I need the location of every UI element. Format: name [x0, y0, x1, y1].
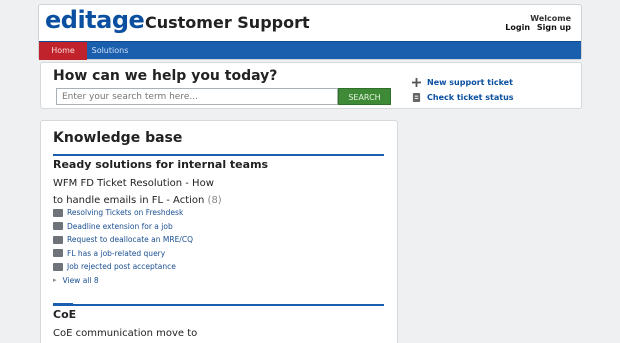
arrow-right-icon: ▸	[53, 276, 57, 284]
folder-name: WFM FD Ticket Resolution - How to handle…	[53, 178, 214, 206]
ticket-icon	[412, 92, 421, 102]
quick-links: New support ticket Check ticket status	[412, 75, 514, 105]
view-all-label: View all 8	[62, 275, 99, 285]
list-item[interactable]: Request to deallocate an MRE/CQ	[53, 233, 193, 247]
folder-count: (8)	[207, 195, 222, 206]
login-link[interactable]: Login	[505, 23, 530, 32]
portal-title: Customer Support	[145, 13, 310, 32]
article-link: Request to deallocate an MRE/CQ	[67, 235, 193, 245]
list-item[interactable]: FL has a job-related query	[53, 247, 193, 261]
article-link: Deadline extension for a job	[67, 221, 173, 231]
search-heading: How can we help you today?	[53, 68, 278, 84]
article-list: Resolving Tickets on Freshdesk Deadline …	[53, 206, 193, 287]
check-status-label: Check ticket status	[427, 92, 514, 102]
category-title[interactable]: Ready solutions for internal teams	[53, 158, 268, 171]
document-icon	[53, 222, 63, 231]
signup-link[interactable]: Sign up	[537, 23, 571, 32]
portal-frame: editage Customer Support Welcome Login S…	[38, 4, 582, 60]
user-box: Welcome Login Sign up	[501, 14, 571, 32]
new-ticket-link[interactable]: New support ticket	[412, 75, 514, 89]
search-input[interactable]	[56, 88, 338, 105]
list-item[interactable]: Deadline extension for a job	[53, 220, 193, 234]
search-panel: How can we help you today? SEARCH New su…	[40, 62, 582, 109]
document-icon	[53, 208, 63, 217]
knowledge-base-panel: Knowledge base Ready solutions for inter…	[40, 120, 398, 343]
new-ticket-label: New support ticket	[427, 77, 513, 87]
article-link: Resolving Tickets on Freshdesk	[67, 208, 184, 218]
knowledge-base-title: Knowledge base	[53, 130, 183, 146]
view-all-link[interactable]: ▸ View all 8	[53, 274, 193, 287]
list-item[interactable]: Job rejected post acceptance	[53, 260, 193, 274]
list-item[interactable]: Resolving Tickets on Freshdesk	[53, 206, 193, 220]
header: editage Customer Support Welcome Login S…	[39, 5, 581, 41]
welcome-text: Welcome	[530, 14, 571, 23]
plus-icon	[412, 77, 421, 87]
section-divider	[53, 154, 384, 156]
folder-title[interactable]: WFM FD Ticket Resolution - How to handle…	[53, 175, 223, 209]
editage-logo[interactable]: editage	[45, 6, 145, 34]
article-link: Job rejected post acceptance	[67, 262, 176, 272]
article-link: FL has a job-related query	[67, 248, 166, 258]
section-divider	[53, 303, 384, 306]
search-button[interactable]: SEARCH	[338, 88, 391, 105]
document-icon	[53, 249, 63, 258]
folder-title[interactable]: CoE communication move to	[53, 325, 223, 342]
navbar: Home Solutions	[39, 41, 581, 60]
document-icon	[53, 262, 63, 271]
tab-home[interactable]: Home	[39, 42, 87, 60]
category-title[interactable]: CoE	[53, 308, 76, 321]
tab-solutions[interactable]: Solutions	[87, 42, 133, 60]
folder-name: CoE communication move to	[53, 328, 198, 339]
auth-links: Login Sign up	[501, 23, 571, 32]
document-icon	[53, 235, 63, 244]
check-status-link[interactable]: Check ticket status	[412, 90, 514, 104]
